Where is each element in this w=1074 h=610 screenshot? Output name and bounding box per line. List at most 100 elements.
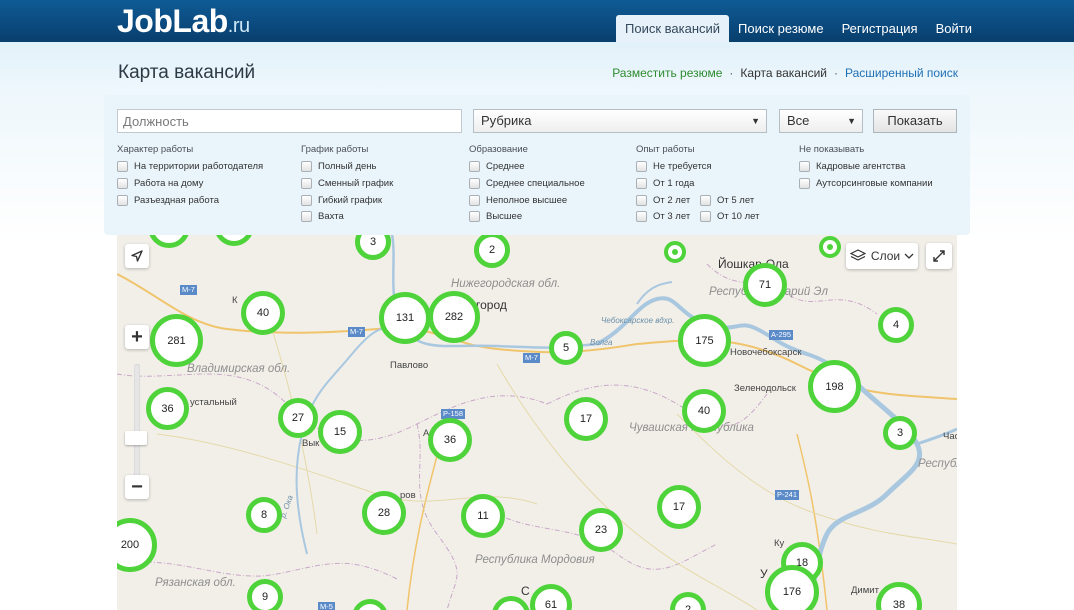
map-cluster[interactable]: 17 xyxy=(657,485,701,529)
checkbox[interactable] xyxy=(301,211,312,222)
checkbox[interactable] xyxy=(301,161,312,172)
map-cluster[interactable]: 281 xyxy=(150,314,203,367)
layers-label: Слои xyxy=(870,249,901,263)
nav-register[interactable]: Регистрация xyxy=(833,15,927,42)
checkbox-no-experience[interactable]: Не требуется xyxy=(636,161,712,172)
zoom-out-button[interactable]: − xyxy=(125,475,149,499)
checkbox[interactable] xyxy=(117,195,128,206)
nav-resume-search[interactable]: Поиск резюме xyxy=(729,15,833,42)
checkbox[interactable] xyxy=(799,161,810,172)
all-select-value: Все xyxy=(787,113,810,128)
filter-group-title: Характер работы xyxy=(117,144,194,155)
checkbox-secondary[interactable]: Среднее xyxy=(469,161,525,172)
checkbox-3-years[interactable]: От 3 лет xyxy=(636,211,690,222)
map-cluster[interactable]: 4 xyxy=(878,307,914,343)
checkbox[interactable] xyxy=(700,195,711,206)
map-cluster[interactable]: 40 xyxy=(682,389,726,433)
map-cluster[interactable]: 15 xyxy=(318,410,362,454)
zoom-slider-thumb[interactable] xyxy=(125,431,147,445)
separator: · xyxy=(834,66,838,80)
map-cluster[interactable]: 9 xyxy=(247,579,283,610)
checkbox[interactable] xyxy=(117,161,128,172)
location-arrow-icon xyxy=(131,250,143,262)
checkbox[interactable] xyxy=(636,211,647,222)
checkbox[interactable] xyxy=(636,195,647,206)
map-cluster[interactable]: 36 xyxy=(146,387,189,430)
map-cluster[interactable]: 36 xyxy=(428,418,472,462)
checkbox-2-years[interactable]: От 2 лет xyxy=(636,195,690,206)
geolocation-button[interactable] xyxy=(125,244,149,268)
checkbox[interactable] xyxy=(636,161,647,172)
show-button[interactable]: Показать xyxy=(873,109,957,133)
filter-panel: Рубрика ▼ Все ▼ Показать Характер работы… xyxy=(104,95,970,235)
checkbox[interactable] xyxy=(469,195,480,206)
checkbox-higher[interactable]: Высшее xyxy=(469,211,522,222)
rubric-select[interactable]: Рубрика ▼ xyxy=(473,109,767,133)
checkbox-on-site[interactable]: На территории работодателя xyxy=(117,161,263,172)
map-cluster[interactable]: 175 xyxy=(678,314,731,367)
post-resume-link[interactable]: Разместить резюме xyxy=(612,66,722,80)
checkbox[interactable] xyxy=(636,178,647,189)
map-cluster[interactable]: 282 xyxy=(428,291,480,343)
checkbox-5-years[interactable]: От 5 лет xyxy=(700,195,754,206)
position-input[interactable] xyxy=(117,109,462,133)
checkbox[interactable] xyxy=(700,211,711,222)
checkbox-hide-outsourcing[interactable]: Аутсорсинговые компании xyxy=(799,178,933,189)
map-cluster[interactable]: 131 xyxy=(379,292,431,344)
checkbox-shift[interactable]: Сменный график xyxy=(301,178,393,189)
checkbox-traveling[interactable]: Разъездная работа xyxy=(117,195,219,206)
checkbox-flexible[interactable]: Гибкий график xyxy=(301,195,382,206)
all-select[interactable]: Все ▼ xyxy=(779,109,863,133)
checkbox-hide-agencies[interactable]: Кадровые агентства xyxy=(799,161,905,172)
checkbox-full-day[interactable]: Полный день xyxy=(301,161,377,172)
checkbox[interactable] xyxy=(469,211,480,222)
checkbox[interactable] xyxy=(301,178,312,189)
separator: · xyxy=(729,66,734,80)
zoom-in-button[interactable]: + xyxy=(125,325,149,349)
vacancy-map[interactable]: Нижегородская обл. город Владимирская об… xyxy=(117,234,957,610)
filter-group-experience: Опыт работы xyxy=(636,144,695,158)
map-cluster[interactable]: 27 xyxy=(278,398,318,438)
site-logo[interactable]: JobLab.ru xyxy=(117,1,250,41)
advanced-search-link[interactable]: Расширенный поиск xyxy=(845,66,958,80)
map-single-marker[interactable] xyxy=(664,241,686,263)
nav-login[interactable]: Войти xyxy=(927,15,981,42)
map-cluster[interactable]: 8 xyxy=(246,497,282,533)
checkbox[interactable] xyxy=(301,195,312,206)
nav-vacancy-search[interactable]: Поиск вакансий xyxy=(616,15,730,42)
current-page-label: Карта вакансий xyxy=(740,66,827,80)
checkbox-rotation[interactable]: Вахта xyxy=(301,211,344,222)
fullscreen-button[interactable] xyxy=(926,243,952,269)
map-cluster[interactable]: 23 xyxy=(579,508,623,552)
checkbox[interactable] xyxy=(117,178,128,189)
map-cluster[interactable]: 198 xyxy=(808,360,861,413)
rubric-select-value: Рубрика xyxy=(481,113,532,128)
checkbox[interactable] xyxy=(469,178,480,189)
map-cluster[interactable]: 71 xyxy=(743,263,787,307)
checkbox-incomplete-higher[interactable]: Неполное высшее xyxy=(469,195,567,206)
checkbox-1-year[interactable]: От 1 года xyxy=(636,178,694,189)
map-cluster[interactable]: 3 xyxy=(883,416,917,450)
map-cluster[interactable]: 28 xyxy=(362,491,406,535)
map-cluster[interactable]: 176 xyxy=(765,565,819,610)
checkbox-10-years[interactable]: От 10 лет xyxy=(700,211,759,222)
filter-group-title: Опыт работы xyxy=(636,144,695,155)
checkbox-remote[interactable]: Работа на дому xyxy=(117,178,203,189)
checkbox[interactable] xyxy=(469,161,480,172)
map-cluster[interactable]: 5 xyxy=(549,331,583,365)
top-bar: JobLab.ru Поиск вакансий Поиск резюме Ре… xyxy=(0,0,1074,42)
filter-group-schedule: График работы xyxy=(301,144,368,158)
map-cluster[interactable]: 17 xyxy=(564,397,608,441)
layers-button[interactable]: Слои xyxy=(846,243,918,269)
map-cluster[interactable]: 11 xyxy=(461,494,505,538)
checkbox[interactable] xyxy=(799,178,810,189)
zoom-slider-track[interactable] xyxy=(134,364,140,482)
filter-group-title: Не показывать xyxy=(799,144,865,155)
map-cluster[interactable]: 40 xyxy=(241,291,285,335)
expand-icon xyxy=(933,250,945,262)
dropdown-arrow-icon: ▼ xyxy=(847,116,856,126)
filter-group-hide: Не показывать xyxy=(799,144,864,158)
map-single-marker[interactable] xyxy=(819,236,841,258)
main-nav: Поиск вакансий Поиск резюме Регистрация … xyxy=(616,15,981,42)
checkbox-secondary-special[interactable]: Среднее специальное xyxy=(469,178,585,189)
